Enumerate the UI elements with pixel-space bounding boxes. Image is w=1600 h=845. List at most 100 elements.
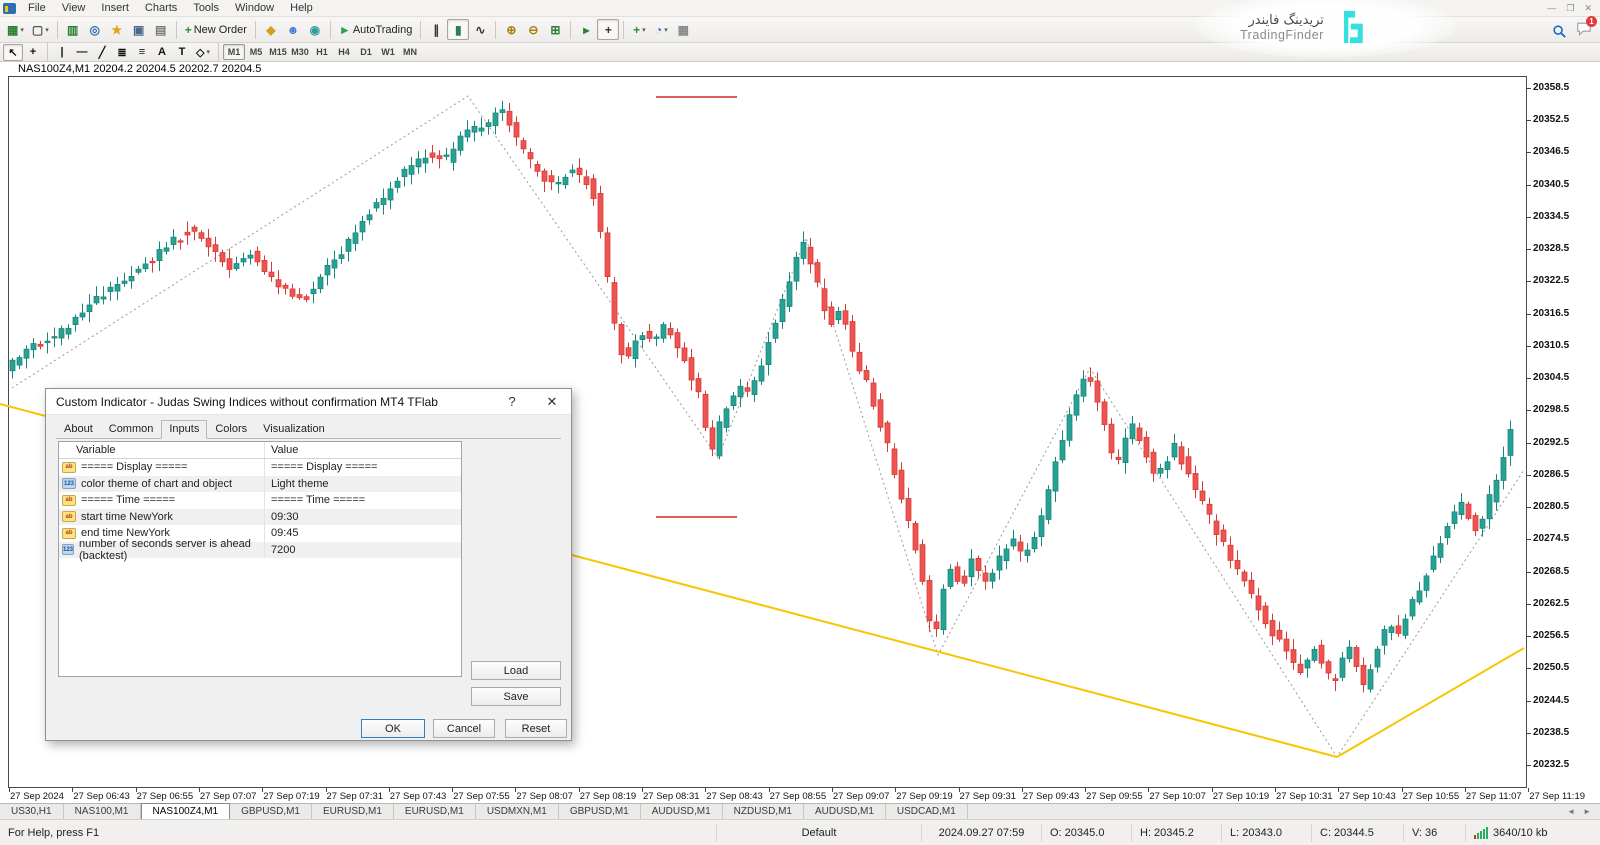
menu-help[interactable]: Help xyxy=(282,1,321,15)
chart-tab-gbpusd-m1[interactable]: GBPUSD,M1 xyxy=(559,804,641,819)
metaeditor-icon[interactable]: ◆ xyxy=(260,19,282,40)
crosshair-icon[interactable]: + xyxy=(23,44,43,61)
text-icon[interactable]: A xyxy=(152,44,172,61)
chevron-down-icon[interactable]: ▾ xyxy=(642,26,646,34)
variable-value[interactable]: 09:45 xyxy=(264,525,461,542)
templates-icon[interactable]: ▦ xyxy=(672,19,694,40)
chart-tab-audusd-m1[interactable]: AUDUSD,M1 xyxy=(641,804,723,819)
terminal-icon[interactable]: ▣ xyxy=(128,19,150,40)
navigator-icon[interactable]: ★ xyxy=(106,19,128,40)
tile-windows-icon[interactable]: ⊞ xyxy=(544,19,566,40)
variable-value[interactable]: ===== Display ===== xyxy=(264,459,461,476)
experts-icon[interactable]: ☻ xyxy=(282,19,304,40)
timeframe-m15[interactable]: M15 xyxy=(267,44,289,60)
ok-button[interactable]: OK xyxy=(361,719,425,738)
chart-tab-nzdusd-m1[interactable]: NZDUSD,M1 xyxy=(723,804,804,819)
horizontal-line-icon[interactable]: — xyxy=(72,44,92,61)
data-window-icon[interactable]: ◎ xyxy=(84,19,106,40)
chevron-down-icon[interactable]: ▾ xyxy=(45,26,49,34)
timeframe-mn[interactable]: MN xyxy=(399,44,421,60)
chevron-down-icon[interactable]: ▾ xyxy=(20,26,24,34)
market-watch-icon[interactable]: ▥ xyxy=(62,19,84,40)
chat-icon[interactable]: 1 xyxy=(1576,21,1592,41)
menu-file[interactable]: File xyxy=(20,1,54,15)
new-chart-icon[interactable]: ▦▾ xyxy=(3,19,28,40)
variable-value[interactable]: Light theme xyxy=(264,476,461,493)
timeframe-m30[interactable]: M30 xyxy=(289,44,311,60)
bar-chart-icon[interactable]: ∥ xyxy=(425,19,447,40)
input-row[interactable]: 123color theme of chart and objectLight … xyxy=(59,476,461,493)
load-button[interactable]: Load xyxy=(471,661,561,680)
close-button[interactable]: ✕ xyxy=(1584,3,1592,14)
cursor-icon[interactable]: ↖ xyxy=(3,44,23,61)
scroll-right-arrow[interactable]: ► xyxy=(1583,807,1591,816)
dialog-close-icon[interactable]: ✕ xyxy=(543,394,561,410)
dialog-help-button[interactable]: ? xyxy=(503,394,521,409)
menu-window[interactable]: Window xyxy=(227,1,282,15)
inputs-table[interactable]: Variable Value ab===== Display =========… xyxy=(58,441,462,677)
dialog-tab-inputs[interactable]: Inputs xyxy=(161,420,207,439)
status-profile[interactable]: Default xyxy=(716,824,921,842)
variable-value[interactable]: 7200 xyxy=(264,542,461,559)
zoom-out-icon[interactable]: ⊖ xyxy=(522,19,544,40)
line-chart-icon[interactable]: ∿ xyxy=(469,19,491,40)
restore-button[interactable]: ❐ xyxy=(1566,3,1574,14)
dialog-title-bar[interactable]: Custom Indicator - Judas Swing Indices w… xyxy=(46,389,571,415)
search-icon[interactable] xyxy=(1552,24,1567,39)
cancel-button[interactable]: Cancel xyxy=(433,719,495,738)
input-row[interactable]: ab===== Display ========== Display ===== xyxy=(59,459,461,476)
chart-tab-usdcad-m1[interactable]: USDCAD,M1 xyxy=(886,804,968,819)
variable-value[interactable]: 09:30 xyxy=(264,509,461,526)
new-order-button[interactable]: +New Order xyxy=(181,19,251,40)
chart-tab-eurusd-m1[interactable]: EURUSD,M1 xyxy=(312,804,394,819)
menu-insert[interactable]: Insert xyxy=(93,1,137,15)
variable-value[interactable]: ===== Time ===== xyxy=(264,492,461,509)
auto-scroll-icon[interactable]: ▸ xyxy=(575,19,597,40)
chart-tab-nas100-m1[interactable]: NAS100,M1 xyxy=(64,804,141,819)
dialog-tab-colors[interactable]: Colors xyxy=(207,420,255,439)
chevron-down-icon[interactable]: ▾ xyxy=(206,48,210,56)
scroll-left-arrow[interactable]: ◄ xyxy=(1567,807,1575,816)
timeframe-h4[interactable]: H4 xyxy=(333,44,355,60)
candle-body xyxy=(437,156,442,159)
dialog-tab-common[interactable]: Common xyxy=(101,420,162,439)
candlestick-chart-icon[interactable]: ▮ xyxy=(447,19,469,40)
periods-icon[interactable]: ◔▾ xyxy=(650,19,672,40)
timeframe-h1[interactable]: H1 xyxy=(311,44,333,60)
menu-view[interactable]: View xyxy=(54,1,94,15)
dialog-tab-visualization[interactable]: Visualization xyxy=(255,420,333,439)
chart-shift-icon[interactable]: + xyxy=(597,19,619,40)
fibonacci-icon[interactable]: ≣ xyxy=(112,44,132,61)
vertical-line-icon[interactable]: | xyxy=(52,44,72,61)
text-label-icon[interactable]: T xyxy=(172,44,192,61)
save-button[interactable]: Save xyxy=(471,687,561,706)
indicators-icon[interactable]: +▾ xyxy=(628,19,650,40)
equidistant-channel-icon[interactable]: ≡ xyxy=(132,44,152,61)
minimize-button[interactable]: — xyxy=(1547,3,1556,14)
timeframe-w1[interactable]: W1 xyxy=(377,44,399,60)
strategy-tester-icon[interactable]: ▤ xyxy=(150,19,172,40)
chart-tab-nas100z4-m1[interactable]: NAS100Z4,M1 xyxy=(141,803,231,819)
input-row[interactable]: abstart time NewYork09:30 xyxy=(59,509,461,526)
shapes-icon[interactable]: ◇▾ xyxy=(192,44,214,61)
timeframe-m1[interactable]: M1 xyxy=(223,44,245,60)
chart-tab-usdmxn-m1[interactable]: USDMXN,M1 xyxy=(476,804,559,819)
menu-charts[interactable]: Charts xyxy=(137,1,185,15)
input-row[interactable]: ab===== Time ========== Time ===== xyxy=(59,492,461,509)
chevron-down-icon[interactable]: ▾ xyxy=(664,26,668,34)
menu-tools[interactable]: Tools xyxy=(185,1,227,15)
timeframe-d1[interactable]: D1 xyxy=(355,44,377,60)
autotrading-button[interactable]: ►AutoTrading xyxy=(335,19,416,40)
input-row[interactable]: 123number of seconds server is ahead (ba… xyxy=(59,542,461,559)
chart-tab-eurusd-m1[interactable]: EURUSD,M1 xyxy=(394,804,476,819)
community-icon[interactable]: ◉ xyxy=(304,19,326,40)
chart-tab-us30-h1[interactable]: US30,H1 xyxy=(0,804,64,819)
zoom-in-icon[interactable]: ⊕ xyxy=(500,19,522,40)
chart-tab-audusd-m1[interactable]: AUDUSD,M1 xyxy=(804,804,886,819)
reset-button[interactable]: Reset xyxy=(505,719,567,738)
timeframe-m5[interactable]: M5 xyxy=(245,44,267,60)
chart-tab-gbpusd-m1[interactable]: GBPUSD,M1 xyxy=(230,804,312,819)
profiles-icon[interactable]: ▢▾ xyxy=(28,19,53,40)
dialog-tab-about[interactable]: About xyxy=(56,420,101,439)
trendline-icon[interactable]: ╱ xyxy=(92,44,112,61)
